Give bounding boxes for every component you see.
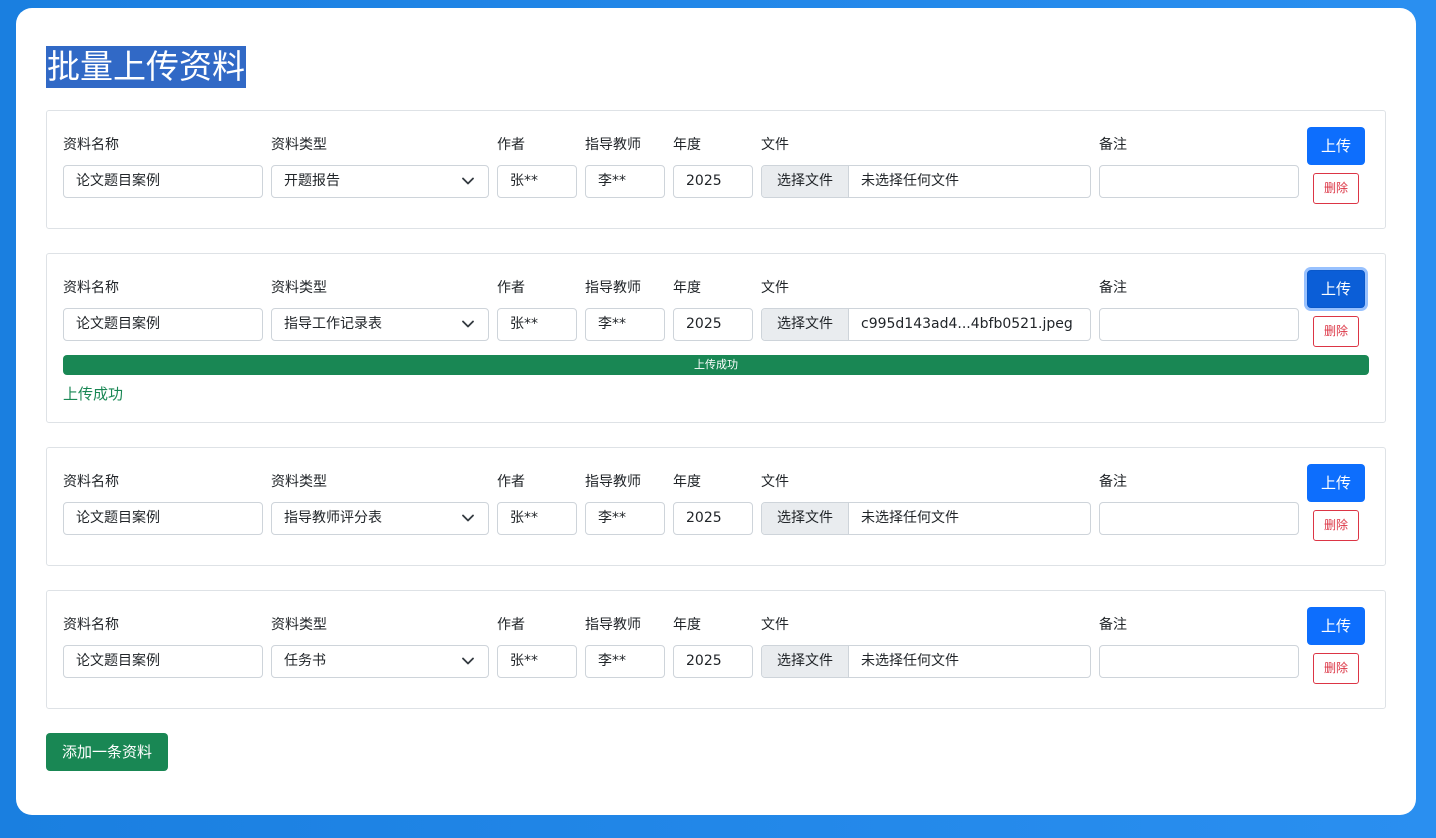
upload-button[interactable]: 上传 xyxy=(1307,464,1365,502)
choose-file-button[interactable]: 选择文件 xyxy=(762,503,849,534)
file-input[interactable]: 选择文件 未选择任何文件 xyxy=(761,502,1091,535)
type-select[interactable]: 任务书 xyxy=(271,645,489,678)
upload-progress-bar: 上传成功 xyxy=(63,355,1369,375)
delete-button[interactable]: 删除 xyxy=(1313,173,1359,204)
remark-label: 备注 xyxy=(1099,617,1127,633)
advisor-label: 指导教师 xyxy=(585,137,641,153)
chevron-down-icon xyxy=(462,177,474,185)
choose-file-button[interactable]: 选择文件 xyxy=(762,166,849,197)
delete-button[interactable]: 删除 xyxy=(1313,510,1359,541)
name-label: 资料名称 xyxy=(63,280,119,296)
file-input[interactable]: 选择文件 未选择任何文件 xyxy=(761,165,1091,198)
author-input[interactable]: 张** xyxy=(497,165,577,198)
year-label: 年度 xyxy=(673,474,701,490)
file-name-text: c995d143ad4...4bfb0521.jpeg xyxy=(861,316,1073,332)
file-input[interactable]: 选择文件 未选择任何文件 xyxy=(761,645,1091,678)
type-select[interactable]: 指导工作记录表 xyxy=(271,308,489,341)
year-input[interactable]: 2025 xyxy=(673,502,753,535)
advisor-label: 指导教师 xyxy=(585,474,641,490)
type-select-value: 任务书 xyxy=(284,653,326,669)
type-label: 资料类型 xyxy=(271,474,327,490)
author-label: 作者 xyxy=(497,137,525,153)
main-panel: 批量上传资料 资料名称 资料类型 作者 指导教师 年度 文件 备注 论文题目案例… xyxy=(16,8,1416,815)
advisor-input[interactable]: 李** xyxy=(585,645,665,678)
name-input[interactable]: 论文题目案例 xyxy=(63,502,263,535)
type-label: 资料类型 xyxy=(271,280,327,296)
delete-button[interactable]: 删除 xyxy=(1313,316,1359,347)
page-title: 批量上传资料 xyxy=(46,46,246,88)
remark-input[interactable] xyxy=(1099,502,1299,535)
type-select-value: 指导工作记录表 xyxy=(284,316,382,332)
author-label: 作者 xyxy=(497,617,525,633)
year-input[interactable]: 2025 xyxy=(673,645,753,678)
file-label: 文件 xyxy=(761,617,789,633)
chevron-down-icon xyxy=(462,657,474,665)
remark-label: 备注 xyxy=(1099,280,1127,296)
remark-input[interactable] xyxy=(1099,645,1299,678)
upload-button[interactable]: 上传 xyxy=(1307,607,1365,645)
upload-progress: 上传成功 xyxy=(63,355,1369,375)
file-name-text: 未选择任何文件 xyxy=(861,653,959,669)
type-select-value: 开题报告 xyxy=(284,173,340,189)
file-name-text: 未选择任何文件 xyxy=(861,510,959,526)
author-input[interactable]: 张** xyxy=(497,308,577,341)
type-label: 资料类型 xyxy=(271,137,327,153)
remark-input[interactable] xyxy=(1099,165,1299,198)
author-label: 作者 xyxy=(497,280,525,296)
file-label: 文件 xyxy=(761,280,789,296)
upload-button[interactable]: 上传 xyxy=(1307,127,1365,165)
file-label: 文件 xyxy=(761,474,789,490)
chevron-down-icon xyxy=(462,514,474,522)
upload-status-text: 上传成功 xyxy=(63,385,124,403)
name-input[interactable]: 论文题目案例 xyxy=(63,645,263,678)
delete-button[interactable]: 删除 xyxy=(1313,653,1359,684)
advisor-input[interactable]: 李** xyxy=(585,502,665,535)
author-input[interactable]: 张** xyxy=(497,502,577,535)
type-select-value: 指导教师评分表 xyxy=(284,510,382,526)
type-select[interactable]: 指导教师评分表 xyxy=(271,502,489,535)
name-label: 资料名称 xyxy=(63,137,119,153)
material-card: 资料名称 资料类型 作者 指导教师 年度 文件 备注 论文题目案例 指导工作记录… xyxy=(46,253,1386,423)
file-input[interactable]: 选择文件 c995d143ad4...4bfb0521.jpeg xyxy=(761,308,1091,341)
material-card: 资料名称 资料类型 作者 指导教师 年度 文件 备注 论文题目案例 开题报告 张… xyxy=(46,110,1386,229)
advisor-input[interactable]: 李** xyxy=(585,308,665,341)
advisor-label: 指导教师 xyxy=(585,280,641,296)
add-material-button[interactable]: 添加一条资料 xyxy=(46,733,168,771)
file-name-text: 未选择任何文件 xyxy=(861,173,959,189)
choose-file-button[interactable]: 选择文件 xyxy=(762,646,849,677)
type-select[interactable]: 开题报告 xyxy=(271,165,489,198)
advisor-input[interactable]: 李** xyxy=(585,165,665,198)
year-label: 年度 xyxy=(673,617,701,633)
material-card: 资料名称 资料类型 作者 指导教师 年度 文件 备注 论文题目案例 指导教师评分… xyxy=(46,447,1386,566)
remark-input[interactable] xyxy=(1099,308,1299,341)
year-label: 年度 xyxy=(673,137,701,153)
author-label: 作者 xyxy=(497,474,525,490)
file-label: 文件 xyxy=(761,137,789,153)
author-input[interactable]: 张** xyxy=(497,645,577,678)
material-card: 资料名称 资料类型 作者 指导教师 年度 文件 备注 论文题目案例 任务书 张*… xyxy=(46,590,1386,709)
remark-label: 备注 xyxy=(1099,474,1127,490)
name-label: 资料名称 xyxy=(63,474,119,490)
choose-file-button[interactable]: 选择文件 xyxy=(762,309,849,340)
year-label: 年度 xyxy=(673,280,701,296)
type-label: 资料类型 xyxy=(271,617,327,633)
upload-button[interactable]: 上传 xyxy=(1307,270,1365,308)
name-input[interactable]: 论文题目案例 xyxy=(63,308,263,341)
year-input[interactable]: 2025 xyxy=(673,165,753,198)
chevron-down-icon xyxy=(462,320,474,328)
name-label: 资料名称 xyxy=(63,617,119,633)
remark-label: 备注 xyxy=(1099,137,1127,153)
year-input[interactable]: 2025 xyxy=(673,308,753,341)
advisor-label: 指导教师 xyxy=(585,617,641,633)
name-input[interactable]: 论文题目案例 xyxy=(63,165,263,198)
